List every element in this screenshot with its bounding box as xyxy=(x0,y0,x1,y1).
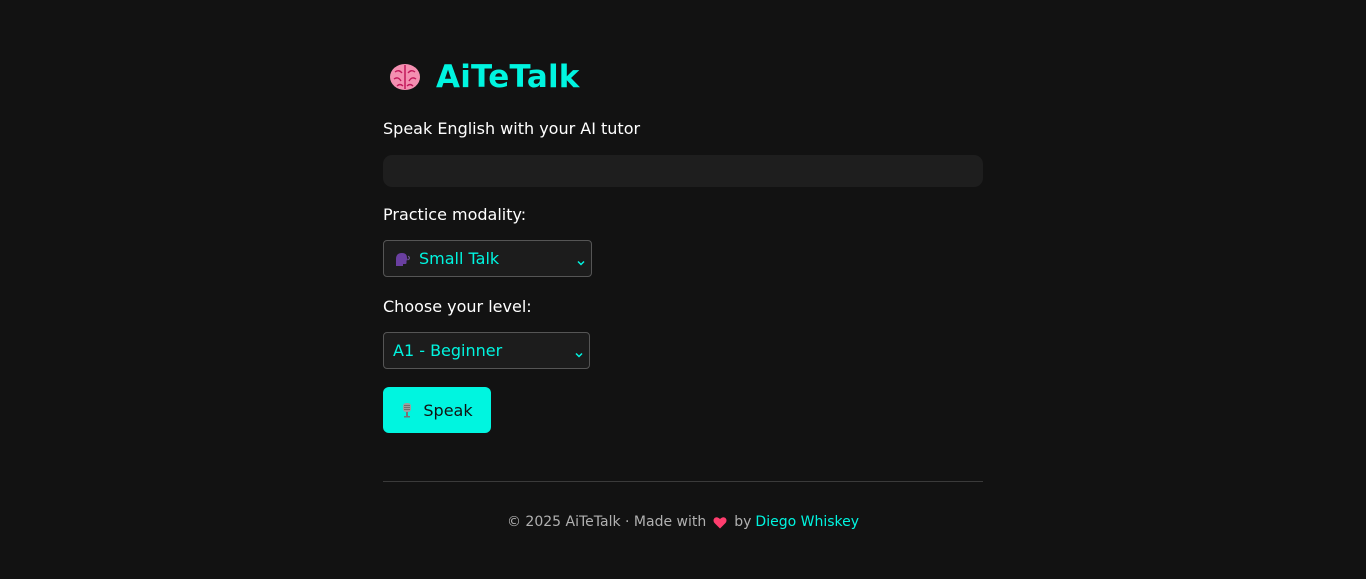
chevron-down-icon xyxy=(576,253,586,266)
author-link[interactable]: Diego Whiskey xyxy=(755,514,859,530)
divider xyxy=(383,481,983,482)
level-selected-value: A1 - Beginner xyxy=(393,341,503,360)
modality-label: Practice modality: xyxy=(383,205,527,224)
speaking-head-icon xyxy=(393,250,410,267)
footer: © 2025 AiTeTalk · Made with by Diego Whi… xyxy=(383,514,983,530)
app-header: AiTeTalk xyxy=(388,57,580,97)
level-label: Choose your level: xyxy=(383,297,532,316)
subtitle: Speak English with your AI tutor xyxy=(383,119,641,138)
app-title: AiTeTalk xyxy=(436,59,580,95)
transcript-bar xyxy=(383,155,983,187)
speak-button-label: Speak xyxy=(423,400,473,420)
microphone-icon xyxy=(401,402,413,418)
brain-icon xyxy=(388,60,422,94)
chevron-down-icon xyxy=(574,345,584,358)
footer-copyright: © 2025 AiTeTalk · Made with xyxy=(506,514,707,530)
speak-button[interactable]: Speak xyxy=(383,387,491,433)
heart-icon xyxy=(713,516,727,529)
modality-selected-value: Small Talk xyxy=(419,249,500,268)
footer-by: by xyxy=(734,514,752,530)
modality-select[interactable]: Small Talk xyxy=(383,240,592,277)
level-select[interactable]: A1 - Beginner xyxy=(383,332,590,369)
